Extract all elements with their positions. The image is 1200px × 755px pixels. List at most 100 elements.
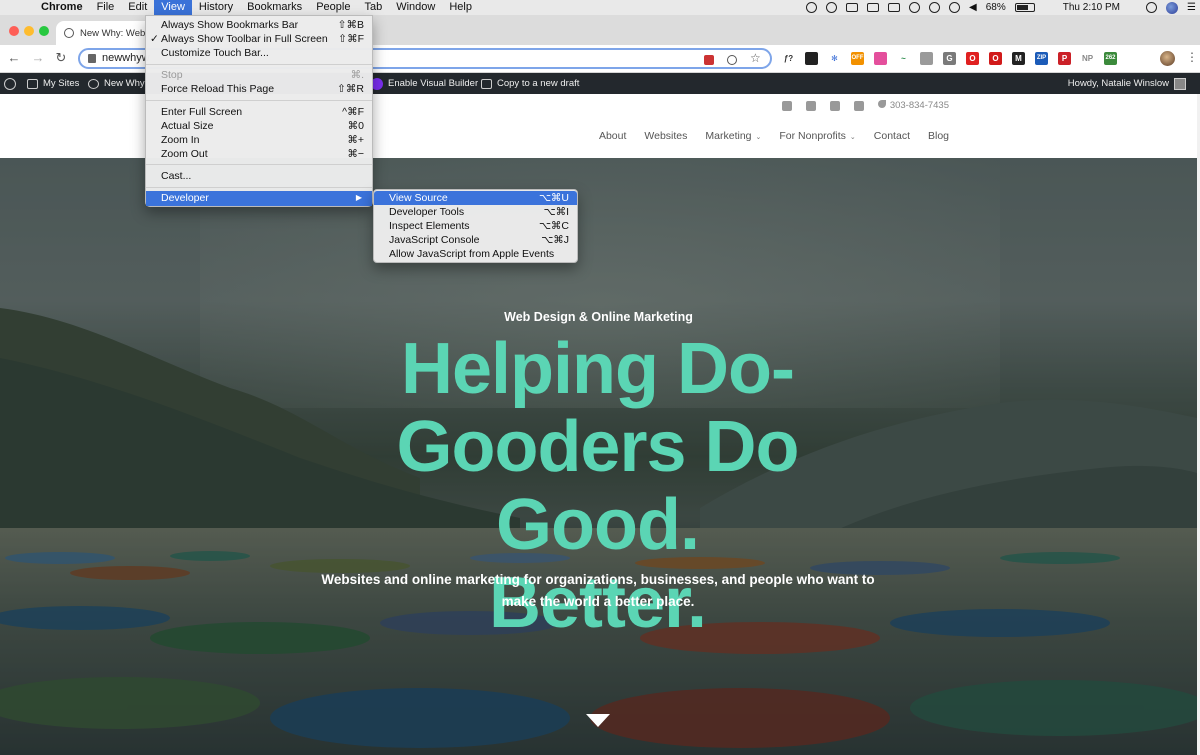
menu-history[interactable]: History: [192, 0, 240, 15]
globe-icon: [64, 28, 74, 38]
site-name-button[interactable]: New Why: [88, 73, 145, 94]
menu-item-inspect-elements[interactable]: Inspect Elements ⌥⌘C: [374, 219, 577, 233]
nav-websites[interactable]: Websites: [644, 130, 687, 142]
submenu-arrow-icon: ▶: [355, 193, 362, 202]
menu-edit[interactable]: Edit: [121, 0, 154, 15]
menu-item-zoom-out[interactable]: Zoom Out ⌘−: [146, 147, 372, 161]
menu-app-name[interactable]: Chrome: [34, 0, 90, 15]
star-bookmark-icon[interactable]: ☆: [750, 52, 761, 64]
forward-arrow-icon[interactable]: →: [30, 50, 46, 66]
wp-logo-button[interactable]: [4, 73, 16, 94]
menu-item-show-bookmarks-bar[interactable]: Always Show Bookmarks Bar ⇧⌘B: [146, 18, 372, 32]
dropbox-icon[interactable]: [846, 3, 859, 12]
spotlight-search-icon[interactable]: [1146, 2, 1158, 13]
visual-builder-button[interactable]: Enable Visual Builder: [371, 73, 478, 94]
notification-center-icon[interactable]: ☰: [1187, 2, 1196, 13]
bluetooth-icon[interactable]: [929, 2, 941, 13]
menu-view[interactable]: View: [154, 0, 192, 15]
menu-item-force-reload[interactable]: Force Reload This Page ⇧⌘R: [146, 82, 372, 96]
menu-separator: [146, 187, 372, 188]
chevron-down-icon: ⌄: [849, 134, 856, 141]
nav-marketing[interactable]: Marketing ⌄: [705, 130, 761, 142]
maximize-window-icon[interactable]: [39, 26, 49, 36]
creative-cloud-icon[interactable]: [826, 2, 838, 13]
m-extension-icon[interactable]: M: [1012, 52, 1025, 65]
battery-icon[interactable]: [1014, 3, 1035, 12]
menu-window[interactable]: Window: [389, 0, 442, 15]
back-arrow-icon[interactable]: ←: [6, 50, 22, 66]
pinterest-extension-icon[interactable]: P: [1058, 52, 1071, 65]
lock-icon[interactable]: [88, 54, 96, 63]
g-extension-icon[interactable]: G: [943, 52, 956, 65]
info-icon[interactable]: [806, 2, 818, 13]
hero-description-line: Websites and online marketing for organi…: [321, 572, 875, 587]
nav-about[interactable]: About: [599, 130, 626, 142]
twitter-icon[interactable]: [781, 100, 792, 111]
hero-description: Websites and online marketing for organi…: [298, 569, 898, 613]
menu-file[interactable]: File: [90, 0, 122, 15]
siri-icon[interactable]: [1166, 1, 1179, 14]
bookmark-manager-icon[interactable]: [704, 55, 714, 65]
address-bar-url[interactable]: newwhyw: [102, 52, 150, 64]
zoom-magnifier-icon[interactable]: [727, 55, 737, 65]
np-extension-icon[interactable]: NP: [1081, 52, 1094, 65]
my-sites-icon: [27, 78, 38, 89]
nav-for-nonprofits[interactable]: For Nonprofits ⌄: [779, 130, 855, 142]
menu-extras: ◀ 68% Thu 2:10 PM ☰: [806, 0, 1200, 15]
time-machine-icon[interactable]: [909, 2, 921, 13]
linkedin-icon[interactable]: [829, 100, 840, 111]
menu-item-view-source[interactable]: View Source ⌥⌘U: [374, 191, 577, 205]
menu-separator: [146, 64, 372, 65]
off-coupon-extension-icon[interactable]: OFF: [851, 52, 864, 65]
nav-contact[interactable]: Contact: [874, 130, 910, 142]
reload-icon[interactable]: ↻: [53, 50, 69, 66]
menu-item-show-toolbar-full-screen[interactable]: ✓ Always Show Toolbar in Full Screen ⇧⌘F: [146, 32, 372, 46]
my-sites-button[interactable]: My Sites: [27, 73, 79, 94]
nav-blog[interactable]: Blog: [928, 130, 949, 142]
blue-extension-icon[interactable]: ZIP: [1035, 52, 1048, 65]
menu-tab[interactable]: Tab: [357, 0, 389, 15]
tab-title: New Why: Web: [80, 27, 146, 39]
menu-item-actual-size[interactable]: Actual Size ⌘0: [146, 119, 372, 133]
chrome-menu-icon[interactable]: ⋮: [1186, 50, 1198, 64]
phone-link[interactable]: 303-834-7435: [877, 100, 949, 111]
menu-item-customize-touch-bar[interactable]: Customize Touch Bar...: [146, 46, 372, 60]
view-menu-dropdown: Always Show Bookmarks Bar ⇧⌘B ✓ Always Sho…: [145, 15, 373, 207]
wave-extension-icon[interactable]: ~: [897, 52, 910, 65]
function-extension-icon[interactable]: ƒ?: [782, 52, 795, 65]
menu-item-cast[interactable]: Cast...: [146, 169, 372, 183]
drive-icon[interactable]: [867, 3, 880, 12]
menu-item-developer[interactable]: Developer ▶: [146, 191, 372, 206]
volume-icon[interactable]: ◀: [969, 2, 977, 13]
close-window-icon[interactable]: [9, 26, 19, 36]
facebook-icon[interactable]: [805, 100, 816, 111]
counter-extension-icon[interactable]: 262: [1104, 52, 1117, 65]
scroll-down-arrow-icon[interactable]: [586, 714, 610, 727]
menu-item-enter-full-screen[interactable]: Enter Full Screen ^⌘F: [146, 105, 372, 119]
clock[interactable]: Thu 2:10 PM: [1063, 2, 1120, 13]
menu-item-developer-tools[interactable]: Developer Tools ⌥⌘I: [374, 205, 577, 219]
menu-item-allow-javascript-apple-events[interactable]: Allow JavaScript from Apple Events: [374, 247, 577, 261]
instagram-icon[interactable]: [853, 100, 864, 111]
menu-item-javascript-console[interactable]: JavaScript Console ⌥⌘J: [374, 233, 577, 247]
airplay-icon[interactable]: [888, 3, 901, 12]
copy-draft-button[interactable]: Copy to a new draft: [481, 73, 579, 94]
menu-separator: [146, 164, 372, 165]
menu-bookmarks[interactable]: Bookmarks: [240, 0, 309, 15]
user-avatar-icon: [1174, 77, 1186, 90]
howdy-label: Howdy, Natalie Winslow: [1067, 78, 1169, 89]
circle-extension-icon[interactable]: [920, 52, 933, 65]
minimize-window-icon[interactable]: [24, 26, 34, 36]
menu-people[interactable]: People: [309, 0, 357, 15]
menu-help[interactable]: Help: [442, 0, 479, 15]
chevron-down-icon: ⌄: [755, 134, 762, 141]
snowflake-extension-icon[interactable]: ✻: [828, 52, 841, 65]
opera-extension-icon[interactable]: O: [966, 52, 979, 65]
red-o-extension-icon[interactable]: O: [989, 52, 1002, 65]
menu-item-zoom-in[interactable]: Zoom In ⌘+: [146, 133, 372, 147]
howdy-user-button[interactable]: Howdy, Natalie Winslow: [1068, 73, 1186, 94]
profile-avatar[interactable]: [1160, 51, 1175, 66]
color-wheel-extension-icon[interactable]: [874, 52, 887, 65]
wifi-icon[interactable]: [949, 2, 961, 13]
shield-extension-icon[interactable]: [805, 52, 818, 65]
